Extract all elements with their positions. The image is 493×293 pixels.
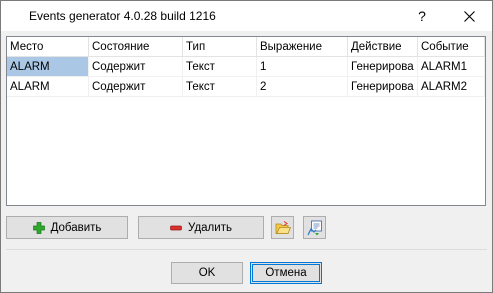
open-button[interactable]: [271, 216, 294, 239]
table-cell-action[interactable]: Генерирова: [348, 57, 418, 77]
add-button[interactable]: Добавить: [6, 216, 128, 239]
cancel-button[interactable]: Отмена: [250, 262, 322, 284]
table-cell-place[interactable]: ALARM: [7, 57, 89, 77]
column-header-action[interactable]: Действие: [348, 37, 418, 57]
window-title: Events generator 4.0.28 build 1216: [29, 9, 216, 23]
table-cell-type[interactable]: Текст: [183, 57, 257, 77]
title-bar: Events generator 4.0.28 build 1216 ?: [1, 1, 492, 31]
table-cell-event[interactable]: ALARM2: [418, 77, 485, 97]
help-button[interactable]: ?: [399, 1, 445, 31]
minus-icon: [170, 225, 182, 230]
table-cell-state[interactable]: Содержит: [89, 77, 183, 97]
column-header-state[interactable]: Состояние: [89, 37, 183, 57]
table-cell-type[interactable]: Текст: [183, 77, 257, 97]
delete-button-label: Удалить: [188, 221, 232, 234]
divider: [6, 249, 487, 250]
ok-button[interactable]: OK: [171, 262, 243, 284]
close-button[interactable]: [446, 1, 492, 31]
table-row[interactable]: ALARM Содержит Текст 2 Генерирова ALARM2: [7, 77, 485, 97]
plus-icon: [32, 221, 45, 234]
table-cell-place[interactable]: ALARM: [7, 77, 89, 97]
table-cell-expression[interactable]: 1: [257, 57, 348, 77]
close-icon: [463, 10, 475, 22]
column-header-type[interactable]: Тип: [183, 37, 257, 57]
table-row[interactable]: ALARM Содержит Текст 1 Генерирова ALARM1: [7, 57, 485, 77]
table-cell-expression[interactable]: 2: [257, 77, 348, 97]
events-table[interactable]: Место Состояние Тип Выражение Действие С…: [6, 36, 486, 206]
cancel-button-label: Отмена: [265, 267, 307, 279]
delete-button[interactable]: Удалить: [138, 216, 264, 239]
generate-icon: [306, 220, 322, 235]
table-cell-event[interactable]: ALARM1: [418, 57, 485, 77]
add-button-label: Добавить: [50, 221, 102, 234]
generate-button[interactable]: [303, 216, 326, 239]
column-header-place[interactable]: Место: [7, 37, 89, 57]
column-header-event[interactable]: Событие: [418, 37, 485, 57]
table-cell-action[interactable]: Генерирова: [348, 77, 418, 97]
folder-open-icon: [275, 220, 291, 234]
dialog-window: Events generator 4.0.28 build 1216 ? Мес…: [0, 0, 493, 293]
column-header-expression[interactable]: Выражение: [257, 37, 348, 57]
table-header: Место Состояние Тип Выражение Действие С…: [7, 37, 485, 57]
table-cell-state[interactable]: Содержит: [89, 57, 183, 77]
